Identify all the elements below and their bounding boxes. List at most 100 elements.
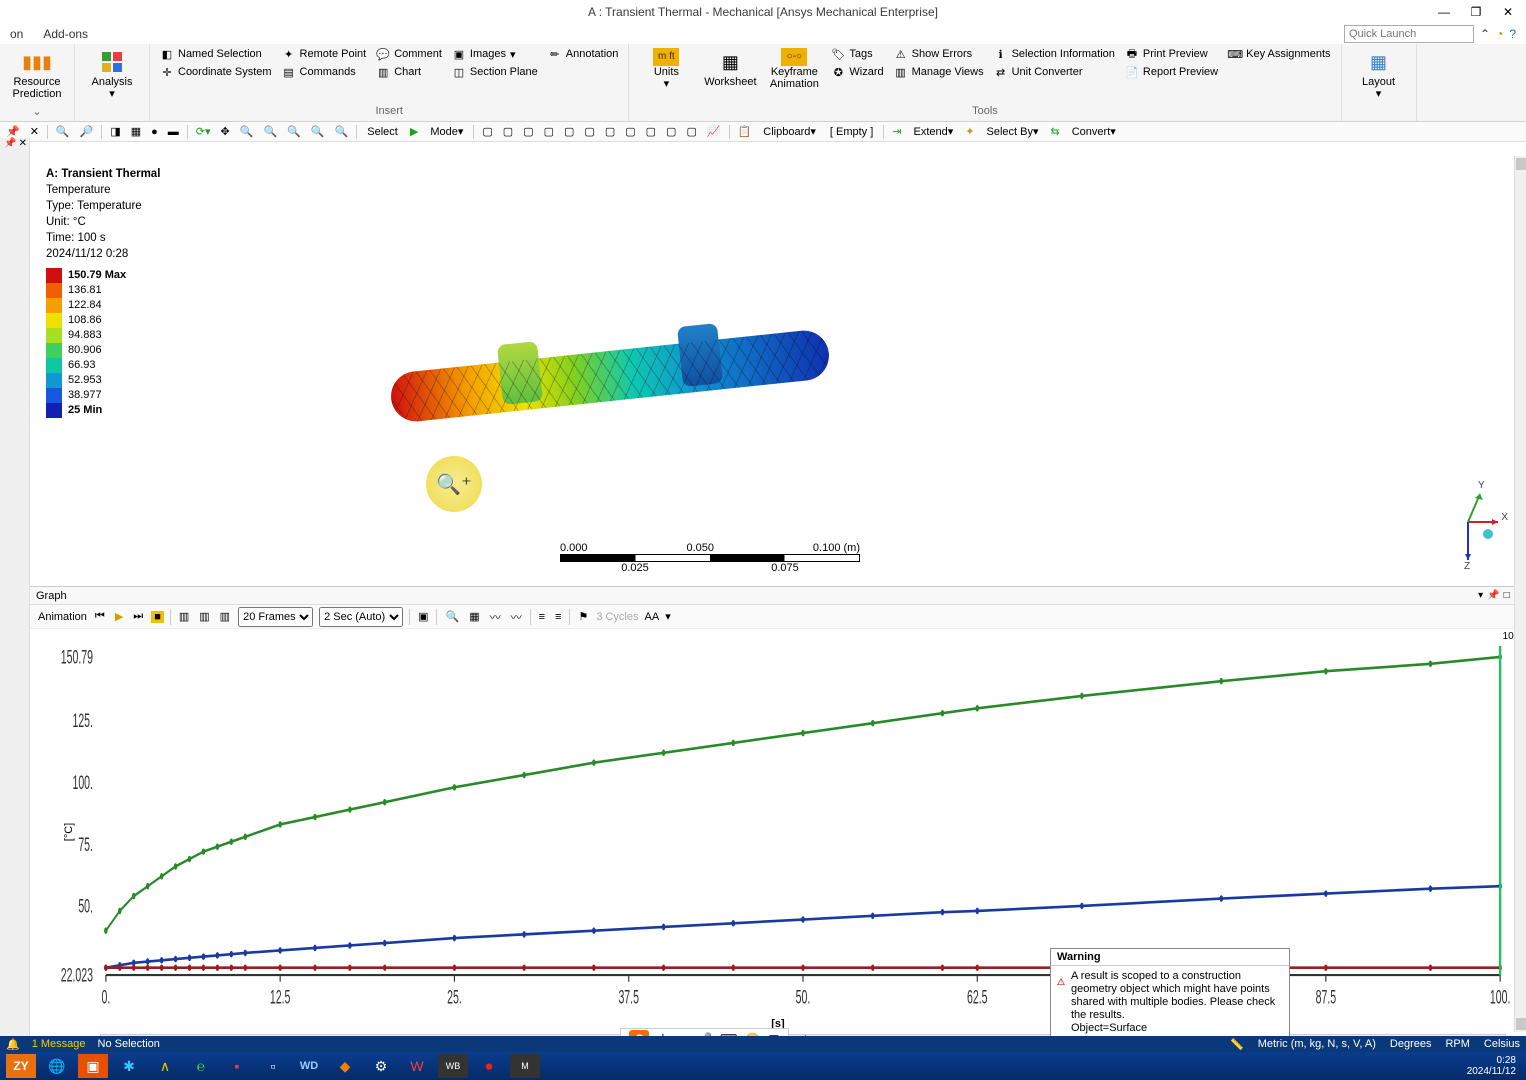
help-icon[interactable]: ? (1509, 27, 1516, 41)
resource-prediction-button[interactable]: ▮▮▮ Resource Prediction (6, 46, 68, 100)
mode-label[interactable]: Mode▾ (426, 125, 467, 138)
convert-icon[interactable]: ⇆ (1049, 125, 1062, 138)
play-icon[interactable]: ▶ (113, 610, 125, 623)
pin-icon[interactable]: 📌 (4, 125, 22, 138)
taskbar-app7-icon[interactable]: W (402, 1054, 432, 1078)
z5-icon[interactable]: 🔍 (333, 125, 351, 138)
f3-icon[interactable]: ▢ (521, 125, 535, 138)
dropdown-icon[interactable]: ▾ (1478, 590, 1483, 601)
list2-icon[interactable]: ≡ (553, 611, 563, 623)
worksheet-button[interactable]: ▦Worksheet (699, 46, 761, 88)
unit-converter-button[interactable]: ⇄Unit Converter (990, 64, 1119, 80)
commands-button[interactable]: ▤Commands (278, 64, 371, 80)
status-messages[interactable]: 1 Message (32, 1038, 86, 1050)
taskbar-app3-icon[interactable]: ▪ (222, 1054, 252, 1078)
first-frame-icon[interactable]: ⏮ (93, 610, 107, 623)
zoom-out-icon[interactable]: 🔍 (54, 125, 72, 138)
comment-button[interactable]: 💬Comment (372, 46, 446, 62)
f8-icon[interactable]: ▢ (623, 125, 637, 138)
maximize-icon[interactable]: □ (1504, 590, 1510, 601)
taskbar-app2-icon[interactable]: ✱ (114, 1054, 144, 1078)
print-preview-button[interactable]: 🖶Print Preview (1121, 46, 1222, 62)
remote-point-button[interactable]: ✦Remote Point (278, 46, 371, 62)
show-errors-button[interactable]: ⚠Show Errors (890, 46, 988, 62)
selectby-label[interactable]: Select By▾ (983, 125, 1043, 138)
export-icon[interactable]: ▣ (416, 610, 430, 623)
mode1-icon[interactable]: ▥ (177, 610, 191, 623)
curve1-icon[interactable]: 〰 (488, 609, 503, 625)
model-geometry[interactable] (380, 331, 840, 421)
extend-icon[interactable]: ⇥ (890, 125, 903, 138)
cube-icon[interactable]: ◨ (108, 125, 122, 138)
taskbar-app6-icon[interactable]: ⚙ (366, 1054, 396, 1078)
stop-icon[interactable]: ■ (151, 611, 164, 623)
aa-label[interactable]: AA (645, 611, 660, 623)
f5-icon[interactable]: ▢ (562, 125, 576, 138)
mode3-icon[interactable]: ▥ (218, 610, 232, 623)
curve2-icon[interactable]: 〰 (509, 609, 524, 625)
status-rpm[interactable]: RPM (1445, 1038, 1469, 1051)
clipboard-label[interactable]: Clipboard▾ (759, 125, 820, 138)
layout-button[interactable]: ▦Layout▾ (1348, 46, 1410, 100)
scroll-down-icon[interactable] (1516, 1018, 1526, 1030)
f2-icon[interactable]: ▢ (501, 125, 515, 138)
graphics-view[interactable]: A: Transient Thermal Temperature Type: T… (30, 156, 1526, 586)
selection-info-button[interactable]: ℹSelection Information (990, 46, 1119, 62)
extend-label[interactable]: Extend▾ (910, 125, 958, 138)
status-celsius[interactable]: Celsius (1484, 1038, 1520, 1051)
menu-on[interactable]: on (10, 27, 23, 41)
annotation-button[interactable]: ✏Annotation (544, 46, 623, 62)
convert-label[interactable]: Convert▾ (1068, 125, 1120, 138)
f11-icon[interactable]: ▢ (684, 125, 698, 138)
pan-icon[interactable]: ✥ (219, 125, 232, 138)
taskbar-record-icon[interactable]: ⏺ (474, 1054, 504, 1078)
status-degrees[interactable]: Degrees (1390, 1038, 1432, 1051)
clipboard-icon[interactable]: 📋 (736, 125, 754, 138)
named-selection-button[interactable]: ◧Named Selection (156, 46, 276, 62)
taskbar-wd-icon[interactable]: WD (294, 1054, 324, 1078)
taskbar-zy-button[interactable]: ZY (6, 1054, 36, 1078)
taskbar-app4-icon[interactable]: ▫ (258, 1054, 288, 1078)
wireframe-icon[interactable]: ▦ (129, 125, 143, 138)
orientation-triad[interactable]: X Y Z (1438, 462, 1508, 572)
frames-select[interactable]: 20 Frames (238, 607, 313, 627)
z3-icon[interactable]: 🔍 (285, 125, 303, 138)
list1-icon[interactable]: ≡ (537, 611, 547, 623)
taskbar-app1-icon[interactable]: ▣ (78, 1054, 108, 1078)
grid-icon[interactable]: ▬ (166, 126, 181, 138)
taskbar-app5-icon[interactable]: ◆ (330, 1054, 360, 1078)
quick-launch-input[interactable] (1344, 25, 1474, 43)
minimize-button[interactable]: — (1434, 5, 1454, 19)
z2-icon[interactable]: 🔍 (261, 125, 279, 138)
report-preview-button[interactable]: 📄Report Preview (1121, 64, 1222, 80)
chart-icon[interactable]: 📈 (705, 125, 723, 138)
selectby-icon[interactable]: ✦ (963, 125, 976, 138)
close-icon[interactable]: ✕ (19, 138, 27, 149)
select-label[interactable]: Select (363, 126, 402, 138)
f10-icon[interactable]: ▢ (664, 125, 678, 138)
flag-icon[interactable]: ⚑ (576, 610, 590, 623)
key-assignments-button[interactable]: ⌨Key Assignments (1224, 46, 1334, 62)
z1-icon[interactable]: 🔍 (238, 125, 256, 138)
menu-addons[interactable]: Add-ons (43, 27, 88, 41)
wizard-button[interactable]: ✪Wizard (827, 64, 887, 80)
last-frame-icon[interactable]: ⏭ (131, 610, 145, 623)
f4-icon[interactable]: ▢ (542, 125, 556, 138)
analysis-button[interactable]: Analysis ▾ (81, 46, 143, 100)
right-scrollbar[interactable] (1514, 156, 1526, 1032)
status-units[interactable]: Metric (m, kg, N, s, V, A) (1258, 1038, 1376, 1051)
manage-views-button[interactable]: ▥Manage Views (890, 64, 988, 80)
scroll-up-icon[interactable] (1516, 158, 1526, 170)
zoom-fit-icon[interactable]: 🔍 (443, 610, 461, 623)
f9-icon[interactable]: ▢ (644, 125, 658, 138)
f1-icon[interactable]: ▢ (480, 125, 494, 138)
status-ruler-icon[interactable]: 📏 (1230, 1038, 1244, 1051)
taskbar-ansys-icon[interactable]: ∧ (150, 1054, 180, 1078)
units-button[interactable]: m ftUnits▾ (635, 46, 697, 90)
rotate-icon[interactable]: ⟳▾ (194, 125, 213, 138)
chart-button[interactable]: ▥Chart (372, 64, 446, 80)
collapse-ribbon-icon[interactable]: ⌃ (1480, 27, 1490, 41)
settings-icon[interactable]: ◔ (1496, 27, 1503, 41)
taskbar-mechanical-icon[interactable]: M (510, 1054, 540, 1078)
duration-select[interactable]: 2 Sec (Auto) (319, 607, 403, 627)
